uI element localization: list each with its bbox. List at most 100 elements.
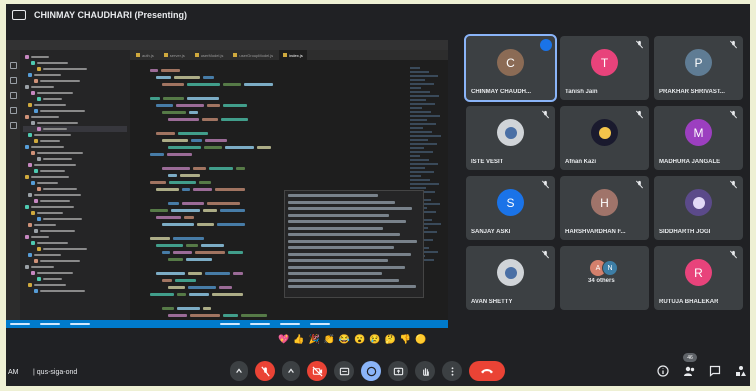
participant-tile[interactable]: C CHINMAY CHAUDH... <box>464 34 557 102</box>
code-line <box>130 102 410 109</box>
mic-muted-icon <box>729 40 738 49</box>
js-file-icon <box>163 53 168 57</box>
participant-name: Tanish Jain <box>565 89 598 95</box>
participant-name: AVAN SHETTY <box>471 299 513 305</box>
end-call-icon <box>481 369 493 374</box>
activities-button[interactable] <box>734 364 748 378</box>
code-line <box>130 165 410 172</box>
present-button[interactable] <box>388 361 408 381</box>
mic-muted-icon <box>541 110 550 119</box>
video-options-button[interactable] <box>282 361 300 381</box>
speaking-icon <box>540 39 552 51</box>
participant-name: CHINMAY CHAUDH... <box>471 89 532 95</box>
reaction-emoji[interactable]: 💖 <box>278 333 289 345</box>
editor-tab: auth.js <box>132 50 158 60</box>
participant-name: MADHURA JANGALE <box>659 159 721 165</box>
editor-tab: server.js <box>159 50 189 60</box>
more-options-button[interactable] <box>442 361 462 381</box>
raise-hand-button[interactable] <box>415 361 435 381</box>
editor-tabs: auth.js server.js userModel.js userGroupMod… <box>130 50 448 60</box>
participant-tile[interactable]: AVAN SHETTY <box>466 246 555 310</box>
extensions-icon <box>9 122 17 129</box>
meet-window: CHINMAY CHAUDHARI (Presenting) auth.js se… <box>6 4 750 386</box>
meeting-details-button[interactable] <box>656 364 670 378</box>
editor-tab: userModel.js <box>190 50 228 60</box>
editor-tab-label: userGroupModel.js <box>239 52 274 58</box>
debug-icon <box>9 107 17 114</box>
mic-muted-icon <box>729 250 738 259</box>
js-file-icon <box>136 53 140 57</box>
avatar <box>497 259 524 286</box>
hover-tooltip <box>284 190 424 298</box>
code-line <box>130 116 410 123</box>
people-button[interactable] <box>682 364 696 378</box>
call-controls <box>230 361 505 381</box>
reaction-emoji[interactable]: 👍 <box>293 333 304 345</box>
meeting-code: | qus-siga-ond <box>33 369 77 376</box>
shared-screen[interactable]: auth.js server.js userModel.js userGroupMod… <box>6 40 448 328</box>
avatar <box>685 189 712 216</box>
participant-tile[interactable]: M MADHURA JANGALE <box>654 106 743 170</box>
chat-icon <box>709 365 721 377</box>
source-control-icon <box>9 92 17 99</box>
avatar: H <box>591 189 618 216</box>
code-line <box>130 312 410 317</box>
participant-name: 34 others <box>588 278 615 284</box>
presenter-bar: CHINMAY CHAUDHARI (Presenting) <box>6 4 750 26</box>
reaction-emoji[interactable]: 🟡 <box>415 333 426 345</box>
participant-tile[interactable]: P PRAKHAR SHRIVAST... <box>654 36 743 100</box>
participant-tile[interactable]: T Tanish Jain <box>560 36 649 100</box>
mic-off-button[interactable] <box>255 361 275 381</box>
reaction-emoji[interactable]: 😢 <box>369 333 380 345</box>
right-controls <box>656 364 748 378</box>
reaction-emoji[interactable]: 😂 <box>339 333 350 345</box>
code-line <box>130 144 410 151</box>
reaction-bar: 💖 👍 🎉 👏 😂 😮 😢 🤔 👎 🟡 <box>278 333 426 345</box>
participant-tile[interactable]: H HARSHVARDHAN F... <box>560 176 649 240</box>
participant-name: RUTUJA BHALEKAR <box>659 299 719 305</box>
code-line <box>130 109 410 116</box>
js-file-icon <box>283 53 288 57</box>
participant-tile[interactable]: ISTE VESIT <box>466 106 555 170</box>
leave-call-button[interactable] <box>469 361 505 381</box>
reaction-emoji[interactable]: 😮 <box>354 333 365 345</box>
chat-button[interactable] <box>708 364 722 378</box>
reaction-emoji[interactable]: 🎉 <box>308 333 319 345</box>
camera-off-button[interactable] <box>307 361 327 381</box>
participant-count-badge: 46 <box>683 353 697 362</box>
mic-off-icon <box>260 366 270 376</box>
editor-tab-label: server.js <box>169 52 185 58</box>
mic-muted-icon <box>541 180 550 189</box>
reaction-emoji[interactable]: 🤔 <box>385 333 396 345</box>
status-bar <box>6 320 448 328</box>
avatar: S <box>497 189 524 216</box>
code-line <box>130 95 410 102</box>
mic-muted-icon <box>541 250 550 259</box>
participant-name: Afnan Kazi <box>565 159 597 165</box>
editor-tab-label: index.js <box>289 52 303 58</box>
participant-tile[interactable]: SIDDHARTH JOGI <box>654 176 743 240</box>
code-line <box>130 172 410 179</box>
js-file-icon <box>194 53 199 57</box>
captions-button[interactable] <box>334 361 354 381</box>
audio-options-button[interactable] <box>230 361 248 381</box>
emoji-icon <box>366 366 376 376</box>
participant-tile[interactable]: Afnan Kazi <box>560 106 649 170</box>
raise-emoji-button[interactable] <box>361 361 381 381</box>
mic-muted-icon <box>729 180 738 189</box>
avatar: M <box>685 119 712 146</box>
participant-tile[interactable]: R RUTUJA BHALEKAR <box>654 246 743 310</box>
meeting-code-text: qus-siga-ond <box>36 369 78 376</box>
file-explorer <box>20 50 130 320</box>
reaction-emoji[interactable]: 👎 <box>400 333 411 345</box>
mic-muted-icon <box>635 180 644 189</box>
reaction-emoji[interactable]: 👏 <box>324 333 335 345</box>
more-vert-icon <box>451 366 453 376</box>
camera-off-icon <box>311 365 323 377</box>
participant-tile[interactable]: A N 34 others <box>560 246 649 310</box>
participant-tile[interactable]: S SANJAY ASKI <box>466 176 555 240</box>
captions-icon <box>339 367 349 375</box>
code-line <box>130 305 410 312</box>
